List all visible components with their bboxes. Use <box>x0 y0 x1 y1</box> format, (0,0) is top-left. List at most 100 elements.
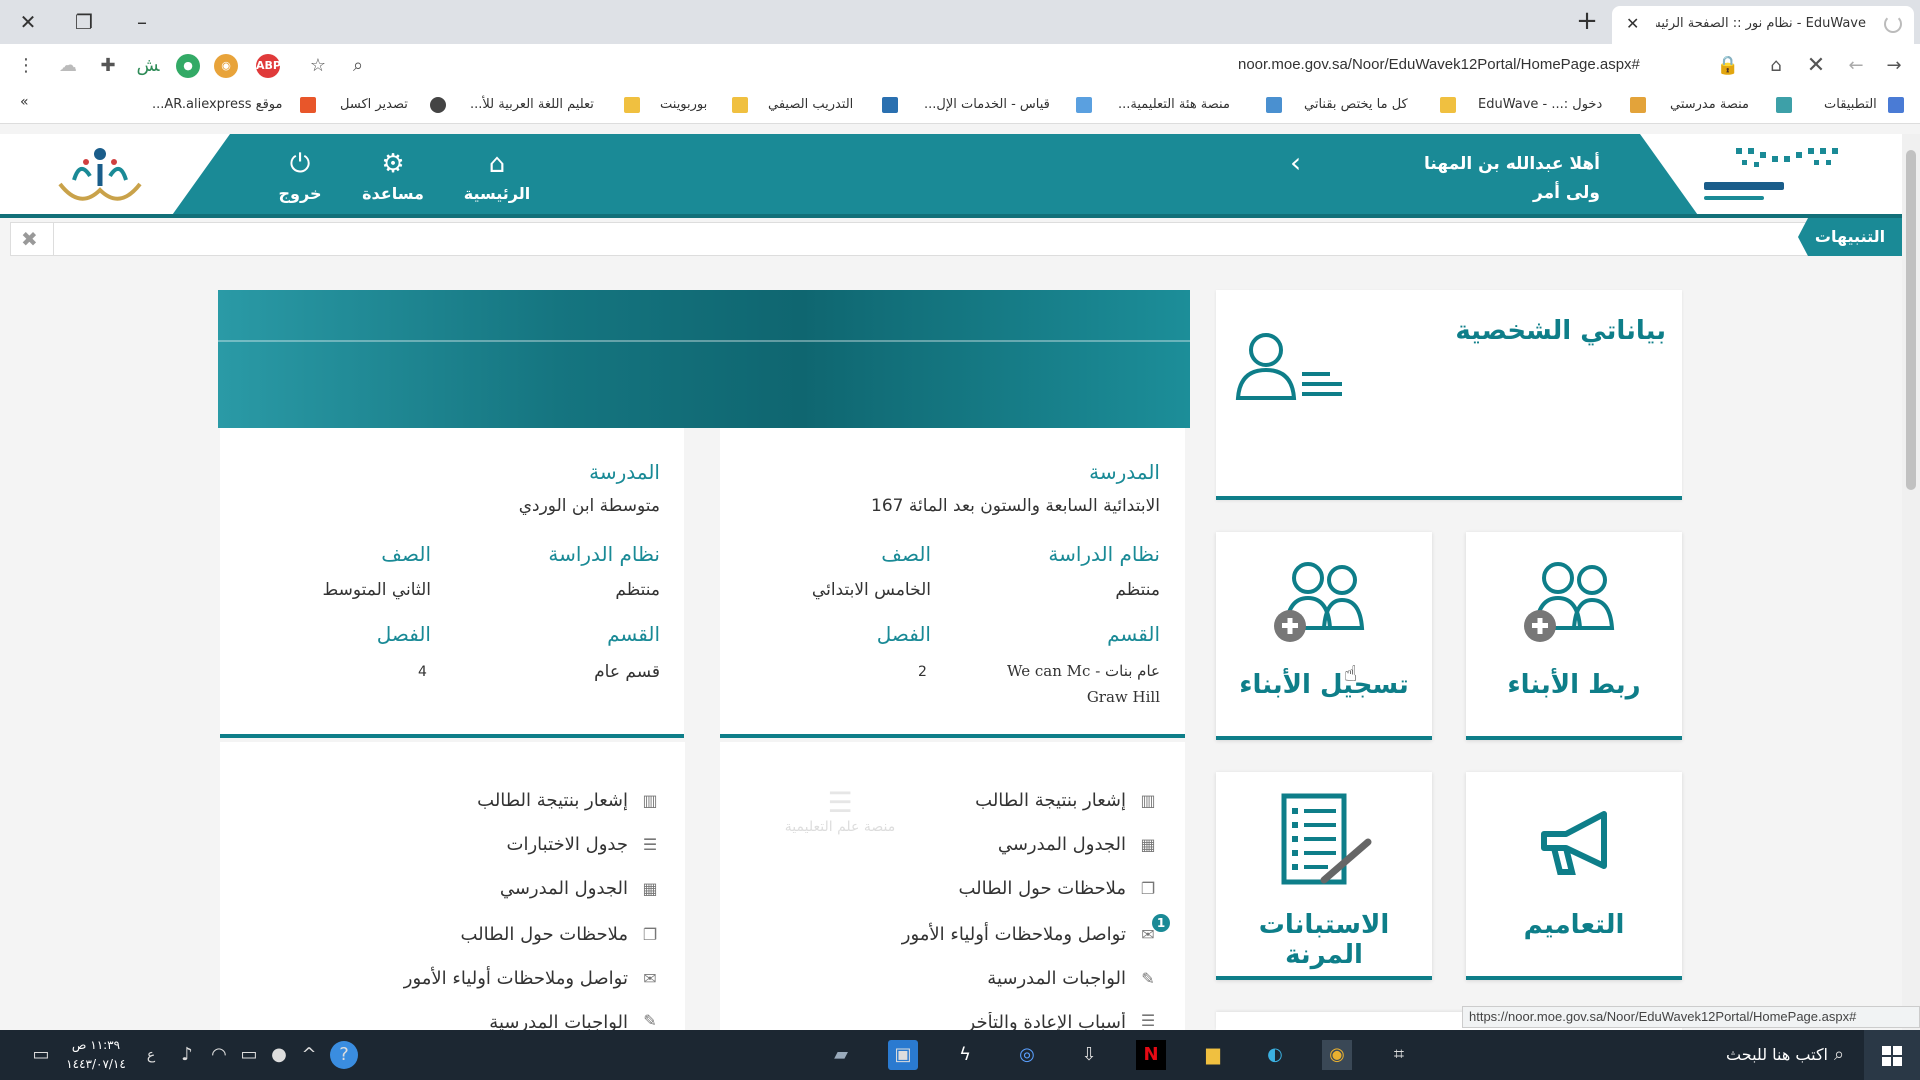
minimize-window-icon[interactable]: – <box>128 8 156 36</box>
extension-camera-icon[interactable]: ◉ <box>214 54 238 78</box>
class-label: الفصل <box>376 622 431 646</box>
bookmark-item[interactable]: منصة مدرستي <box>1670 97 1749 112</box>
bookmark-item[interactable]: منصة هئة التعليمية... <box>1118 97 1230 112</box>
stop-loading-icon[interactable]: ✕ <box>1804 54 1828 78</box>
nav-home[interactable]: ⌂ الرئيسية <box>452 148 542 203</box>
folder-icon <box>732 97 748 113</box>
bookmark-star-icon[interactable]: ☆ <box>306 54 330 78</box>
link-parent-communication[interactable]: تواصل وملاحظات أولياء الأمور <box>902 924 1126 945</box>
noor-logo-icon[interactable] <box>50 140 150 212</box>
language-indicator[interactable]: ع <box>136 1040 166 1070</box>
wifi-icon[interactable]: ◠ <box>204 1040 234 1070</box>
clock-date: ١٤٤٣/٠٧/١٤ <box>66 1057 126 1071</box>
volume-icon[interactable]: ♪ <box>172 1040 202 1070</box>
scrollbar-thumb[interactable] <box>1906 150 1916 490</box>
zoom-icon[interactable]: ⌕ <box>346 54 370 78</box>
puzzle-extensions-icon[interactable]: ✚ <box>96 54 120 78</box>
notifications-tab[interactable]: التنبيهات <box>1798 218 1902 256</box>
bookmark-item[interactable]: تعليم اللغة العربية للأ... <box>470 97 594 112</box>
home-browser-icon[interactable]: ⌂ <box>1764 54 1788 78</box>
bookmark-item[interactable]: بوربوينت <box>660 97 707 112</box>
help-icon[interactable]: ? <box>330 1041 358 1069</box>
taskbar-app-edge-icon[interactable]: ◐ <box>1260 1040 1290 1070</box>
user-profile-icon <box>1235 333 1342 400</box>
link-parent-communication[interactable]: تواصل وملاحظات أولياء الأمور <box>404 968 628 989</box>
address-bar[interactable]: noor.moe.gov.sa/Noor/EduWavek12Portal/Ho… <box>1238 56 1708 73</box>
school-label: المدرسة <box>589 460 660 484</box>
chevron-left-icon[interactable]: ‹ <box>1290 146 1301 179</box>
link-result-notice[interactable]: إشعار بنتيجة الطالب <box>975 790 1126 811</box>
tab-title: EduWave - نظام نور :: الصفحة الرئيسية <box>1656 16 1866 31</box>
taskbar-app-flash-icon[interactable]: ϟ <box>950 1040 980 1070</box>
taskbar-app-notes-icon[interactable]: ▰ <box>826 1040 856 1070</box>
taskbar-app-downloads-icon[interactable]: ⇩ <box>1074 1040 1104 1070</box>
nav-help[interactable]: ⚙ مساعدة <box>348 148 438 203</box>
bookmark-item[interactable]: التدريب الصيفي <box>768 97 853 112</box>
taskbar-app-store-icon[interactable]: ▣ <box>888 1040 918 1070</box>
bookmark-item[interactable]: تصدير اكسل <box>340 97 408 112</box>
link-homework[interactable]: الواجبات المدرسية <box>987 968 1126 989</box>
study-system-value: منتظم <box>1115 580 1160 600</box>
survey-icon <box>1281 793 1372 885</box>
restore-window-icon[interactable]: ❐ <box>70 8 98 36</box>
folder-icon <box>1440 97 1456 113</box>
bookmarks-overflow-icon[interactable]: » <box>20 94 29 110</box>
browser-tab[interactable]: ✕ EduWave - نظام نور :: الصفحة الرئيسية <box>1612 6 1914 44</box>
start-button[interactable] <box>1864 1030 1920 1080</box>
microphone-icon[interactable]: ● <box>264 1040 294 1070</box>
link-homework[interactable]: الواجبات المدرسية <box>489 1012 628 1030</box>
taskbar-app-chrome-icon[interactable]: ◉ <box>1322 1040 1352 1070</box>
taskbar-app-explorer-icon[interactable]: ▆ <box>1198 1040 1228 1070</box>
link-school-schedule[interactable]: الجدول المدرسي <box>998 834 1126 855</box>
bookmark-item[interactable]: دخول :... - EduWave <box>1478 97 1602 112</box>
ministry-logo-icon[interactable] <box>1696 142 1846 208</box>
tab-close-icon[interactable]: ✕ <box>1626 14 1639 33</box>
extension-globe-icon[interactable]: ● <box>176 54 200 78</box>
bookmark-item[interactable]: موقع AR.aliexpress... <box>152 97 282 112</box>
link-exam-schedule[interactable]: جدول الاختبارات <box>507 834 628 855</box>
section-value: قسم عام <box>594 662 660 682</box>
bookmark-favicon <box>1266 97 1282 113</box>
task-view-icon[interactable]: ⌗ <box>1384 1040 1414 1070</box>
nav-home-label: الرئيسية <box>463 184 531 203</box>
grade-value: الثاني المتوسط <box>322 580 431 600</box>
flexible-surveys-label: الاستبانات المرنة <box>1258 910 1390 970</box>
back-icon[interactable]: → <box>1882 54 1906 78</box>
apps-icon[interactable] <box>1888 97 1904 113</box>
taskbar-app-netflix-icon[interactable]: N <box>1136 1040 1166 1070</box>
bookmark-item[interactable]: قياس - الخدمات الإل... <box>924 97 1050 112</box>
register-children-tile[interactable]: تسجيل الأبناء ☝ <box>1216 532 1432 740</box>
link-school-schedule[interactable]: الجدول المدرسي <box>500 878 628 899</box>
link-student-notes[interactable]: ملاحظات حول الطالب <box>460 924 628 945</box>
section-value-2: Graw Hill <box>1086 688 1160 706</box>
taskbar-app-cortana-icon[interactable]: ◎ <box>1012 1040 1042 1070</box>
forward-icon[interactable]: ← <box>1844 54 1868 78</box>
extension-faded-icon[interactable]: ☁ <box>56 54 80 78</box>
nav-help-label: مساعدة <box>362 184 424 203</box>
menu-dots-icon[interactable]: ⋮ <box>14 54 38 78</box>
flexible-surveys-tile[interactable]: الاستبانات المرنة <box>1216 772 1432 980</box>
bookmark-item[interactable]: التطبيقات <box>1824 97 1877 112</box>
extension-arabic-icon[interactable]: ﺶ <box>136 54 160 78</box>
battery-icon[interactable]: ▭ <box>234 1040 264 1070</box>
bookmark-item[interactable]: كل ما يختص بقناتي <box>1304 97 1408 112</box>
banner-image <box>218 290 1190 428</box>
link-children-tile[interactable]: ربط الأبناء <box>1466 532 1682 740</box>
close-window-icon[interactable]: ✕ <box>14 8 42 36</box>
close-icon[interactable]: ✖ <box>21 227 38 251</box>
adblock-icon[interactable]: ABP <box>256 54 281 78</box>
profile-card[interactable]: بياناتي الشخصية <box>1216 290 1682 500</box>
notes-icon: ❐ <box>642 925 658 944</box>
taskbar-clock[interactable]: ١١:٣٩ ص ١٤٤٣/٠٧/١٤ <box>66 1036 126 1074</box>
circulars-tile[interactable]: التعاميم <box>1466 772 1682 980</box>
link-repeat-reasons[interactable]: أسباب الإعادة والتأخر <box>967 1012 1126 1030</box>
nav-logout[interactable]: ⏻ خروج <box>255 148 345 203</box>
chevron-up-icon[interactable]: ^ <box>294 1040 324 1070</box>
search-icon[interactable]: ⌕ <box>1824 1040 1854 1070</box>
new-tab-button[interactable]: + <box>1572 6 1602 36</box>
welcome-text: أهلا عبدالله بن المهنا ولى أمر <box>1380 150 1600 208</box>
link-result-notice[interactable]: إشعار بنتيجة الطالب <box>477 790 628 811</box>
column-gap <box>684 428 720 1030</box>
notifications-icon[interactable]: ▭ <box>26 1040 56 1070</box>
link-student-notes[interactable]: ملاحظات حول الطالب <box>958 878 1126 899</box>
